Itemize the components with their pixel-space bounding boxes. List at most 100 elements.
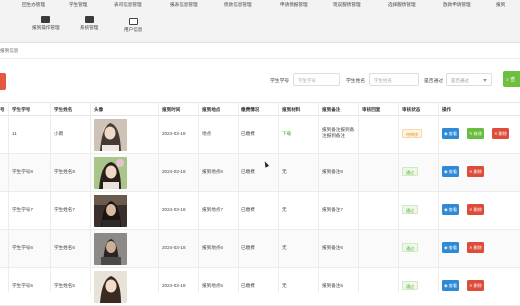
- cell-payment: 已缴费: [241, 245, 255, 250]
- cell-student-name: 学生姓名8: [54, 169, 75, 174]
- column-divider: [50, 102, 51, 292]
- cell-payment: 已缴费: [241, 283, 255, 288]
- nav-item-loan-request[interactable]: 放款申请管理: [443, 2, 471, 8]
- nav-label: 学生管理: [69, 2, 88, 7]
- header-student-name: 学生姓名: [54, 107, 73, 112]
- delete-button[interactable]: ✕ 删除: [467, 166, 484, 177]
- nav-label: 报到: [496, 2, 506, 7]
- avatar: [94, 271, 127, 303]
- avatar: [94, 119, 127, 151]
- nav-item-system[interactable]: 系统管理: [80, 16, 98, 31]
- nav-item-campus[interactable]: 回生办管理: [22, 2, 45, 8]
- eye-icon: ◉: [444, 131, 448, 136]
- eye-icon: ◉: [444, 283, 448, 288]
- nav-item-report[interactable]: 报到: [496, 2, 505, 8]
- passed-filter-select[interactable]: 是否通过: [446, 73, 492, 86]
- cell-report-place: 报到地点6: [202, 245, 223, 250]
- delete-button[interactable]: ✕ 删除: [467, 204, 484, 215]
- header-index: 号: [0, 107, 5, 112]
- student-name-input[interactable]: 学生姓名: [369, 73, 419, 86]
- cell-student-no: 学生学号5: [12, 283, 33, 288]
- edit-button[interactable]: ✎ 修改: [467, 128, 484, 139]
- cell-report-time: 2024-03-18: [162, 131, 186, 136]
- cell-report-time: 2024-03-18: [162, 283, 186, 288]
- header-student-no: 学生学号: [12, 107, 31, 112]
- view-button[interactable]: ◉ 查看: [442, 166, 460, 177]
- header-avatar: 头像: [94, 107, 104, 112]
- download-link[interactable]: 下载: [282, 131, 291, 137]
- cell-student-name: 学生姓名5: [54, 283, 75, 288]
- delete-button[interactable]: ✕ 删除: [467, 242, 484, 253]
- nav-item-select-service[interactable]: 选择服债管理: [388, 2, 416, 8]
- header-reply: 审核回复: [362, 107, 381, 112]
- column-divider: [198, 102, 199, 292]
- cell-student-no: 11: [12, 131, 17, 136]
- cell-material: 无: [282, 283, 287, 288]
- add-button[interactable]: [0, 73, 6, 90]
- header-remark: 报到备注: [322, 107, 341, 112]
- student-no-input[interactable]: 学生学号: [293, 73, 340, 86]
- user-card-icon: [128, 18, 138, 25]
- cell-material: 无: [282, 207, 287, 212]
- nav-label: 申请债报管理: [280, 2, 308, 7]
- cell-report-time: 2024-03-18: [162, 207, 186, 212]
- view-button[interactable]: ◉ 查看: [442, 280, 460, 291]
- cell-remark: 报到备注5: [322, 283, 343, 288]
- status-badge: 通过: [402, 167, 418, 176]
- nav-item-loan-apply[interactable]: 申请债报管理: [280, 2, 308, 8]
- cell-student-no: 学生学号7: [12, 207, 33, 212]
- view-label: 查看: [448, 206, 458, 212]
- cell-report-time: 2024-03-18: [162, 169, 186, 174]
- cell-student-name: 小雨: [54, 131, 64, 136]
- header-report-time: 报到时间: [162, 107, 181, 112]
- cell-student-no: 学生学号6: [12, 245, 33, 250]
- nav-item-students[interactable]: 学生管理: [69, 2, 87, 8]
- table-row: 学生学号7 学生姓名7 2024-03-18 报到地点7 已缴费 无 报到备注7…: [0, 192, 520, 230]
- delete-label: 删除: [473, 168, 482, 174]
- delete-button[interactable]: ✕ 删除: [467, 280, 484, 291]
- search-button[interactable]: ⌕ 查: [503, 71, 520, 87]
- cell-report-place: 报到地点5: [202, 283, 223, 288]
- nav-label: 债款信息管理: [224, 2, 252, 7]
- cell-report-place: 报到地点8: [202, 169, 223, 174]
- eye-icon: ◉: [444, 245, 448, 250]
- student-no-label: 学生学号: [270, 79, 290, 84]
- passed-filter-label: 是否通过: [424, 79, 444, 84]
- cell-remark: 报到备注报到备 注报到备注: [322, 127, 355, 138]
- view-button[interactable]: ◉ 查看: [442, 128, 460, 139]
- avatar: [94, 157, 127, 189]
- header-payment: 缴费情况: [241, 107, 260, 112]
- header-report-place: 报到地点: [202, 107, 221, 112]
- cell-remark: 报到备注8: [322, 169, 343, 174]
- cell-material: 无: [282, 169, 287, 174]
- view-label: 查看: [448, 244, 458, 250]
- table-row: 学生学号5 学生姓名5 2024-03-18 报到地点5 已缴费 无 报到备注5…: [0, 268, 520, 306]
- column-divider: [158, 102, 159, 292]
- view-button[interactable]: ◉ 查看: [442, 204, 460, 215]
- cell-payment: 已缴费: [241, 169, 255, 174]
- delete-button[interactable]: ✕ 删除: [492, 128, 509, 139]
- nav-item-loan-info[interactable]: 债款信息管理: [224, 2, 252, 8]
- nav-label: 现说服债管理: [333, 2, 361, 7]
- nav-item-user-info[interactable]: 用户信息: [124, 18, 142, 33]
- status-badge: 通过: [402, 205, 418, 214]
- nav-item-report-info[interactable]: 报表信息管理: [170, 2, 198, 8]
- avatar: [94, 195, 127, 227]
- cell-student-no: 学生学号8: [12, 169, 33, 174]
- breadcrumb: 报到信息: [0, 48, 19, 53]
- eye-icon: ◉: [444, 169, 448, 174]
- column-divider: [358, 102, 359, 292]
- student-name-label: 学生姓名: [346, 79, 366, 84]
- view-button[interactable]: ◉ 查看: [442, 242, 460, 253]
- edit-label: 修改: [473, 130, 482, 136]
- nav-item-company-info[interactable]: 表司信息管理: [114, 2, 142, 8]
- nav-item-report-ops[interactable]: 报到操作管理: [32, 16, 60, 31]
- nav-label: 放款申请管理: [443, 2, 471, 7]
- cell-student-name: 学生姓名7: [54, 207, 75, 212]
- status-badge: 待审核: [402, 129, 422, 138]
- close-icon: ✕: [469, 245, 473, 250]
- column-divider: [398, 102, 399, 292]
- nav-label: 用户信息: [124, 27, 143, 32]
- cell-report-place: 地点: [202, 131, 212, 136]
- nav-item-service[interactable]: 现说服债管理: [333, 2, 361, 8]
